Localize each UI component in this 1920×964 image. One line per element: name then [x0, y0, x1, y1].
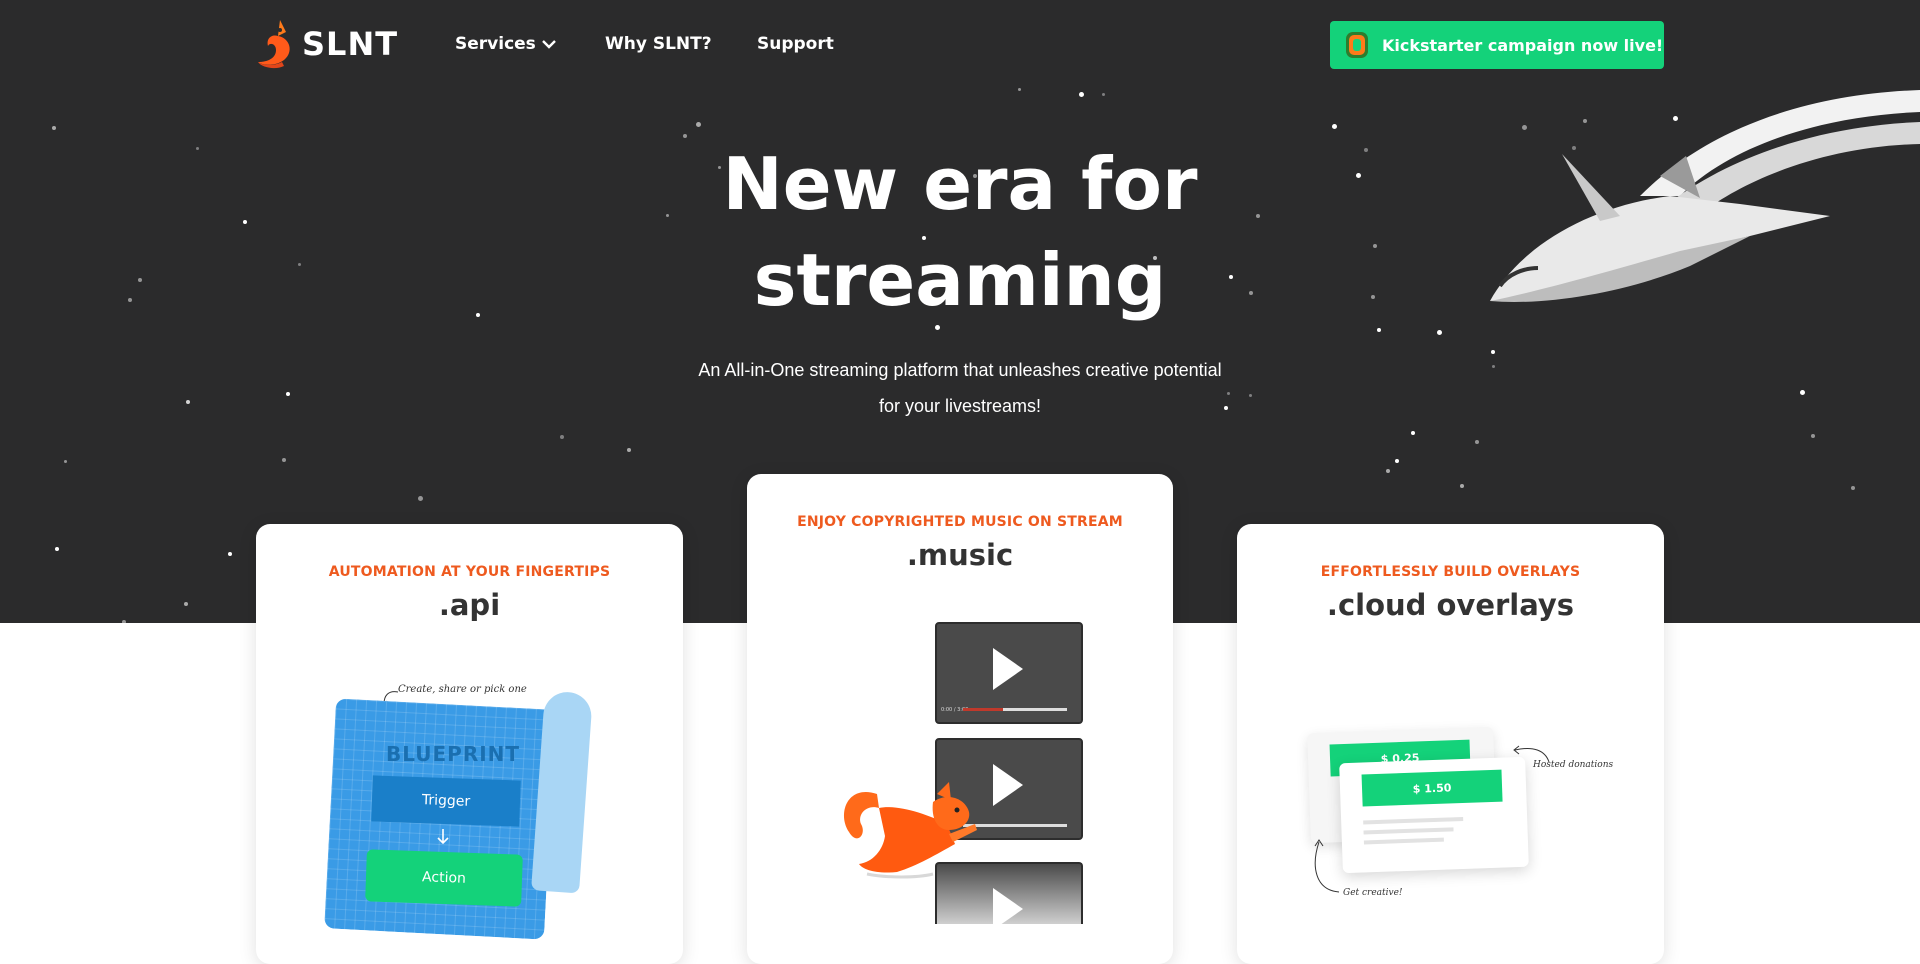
card-music-title: .music: [906, 538, 1014, 572]
arrow-icon: [1314, 839, 1340, 893]
card-api[interactable]: AUTOMATION AT YOUR FINGERTIPS .api Creat…: [256, 524, 683, 964]
hero-title-line2: streaming: [753, 238, 1167, 322]
nav-why-slnt[interactable]: Why SLNT?: [605, 34, 712, 54]
kickstarter-cta-label: Kickstarter campaign now live!: [1382, 35, 1664, 55]
hero-title: New era for streaming: [560, 136, 1360, 328]
action-block: Action: [365, 849, 523, 907]
top-navigation: SLNT Services Why SLNT? Support Kickstar…: [0, 0, 1920, 90]
card-overlays-kicker: EFFORTLESSLY BUILD OVERLAYS: [1320, 564, 1581, 580]
chevron-down-icon: [541, 40, 556, 49]
blueprint-note: Create, share or pick one: [398, 684, 527, 695]
hero-subtitle: An All-in-One streaming platform that un…: [560, 352, 1360, 424]
fox-mascot-illustration: [844, 782, 977, 879]
placeholder-line: [1363, 816, 1464, 825]
card-cloud-overlays[interactable]: EFFORTLESSLY BUILD OVERLAYS .cloud overl…: [1237, 524, 1664, 964]
play-icon: [993, 648, 1023, 690]
nav-support[interactable]: Support: [757, 34, 834, 54]
placeholder-line: [1363, 837, 1444, 845]
card-music[interactable]: ENJOY COPYRIGHTED MUSIC ON STREAM .music…: [747, 474, 1173, 964]
blueprint-label: BLUEPRINT: [386, 742, 521, 766]
video-player-1: 0:00 / 3:00: [935, 622, 1083, 724]
overlay-panel-front: $ 1.50: [1339, 756, 1529, 874]
kickstarter-cta-button[interactable]: Kickstarter campaign now live!: [1330, 21, 1664, 69]
trigger-block: Trigger: [371, 775, 521, 827]
card-overlays-title: .cloud overlays: [1326, 588, 1575, 622]
card-api-title: .api: [438, 588, 501, 622]
hero-subtitle-line1: An All-in-One streaming platform that un…: [698, 360, 1222, 380]
blueprint-illustration: Create, share or pick one BLUEPRINT Trig…: [316, 684, 636, 964]
progress-fill: [963, 708, 1003, 711]
brand-logo[interactable]: SLNT: [254, 18, 398, 70]
spaceship-illustration: [1490, 90, 1920, 302]
play-icon: [993, 888, 1023, 924]
play-icon: [993, 764, 1023, 806]
donation-amount-front: $ 1.50: [1361, 769, 1503, 807]
nav-services[interactable]: Services: [455, 34, 556, 54]
down-arrow-icon: [437, 829, 449, 845]
hero-subtitle-line2: for your livestreams!: [878, 396, 1042, 416]
note-get-creative: Get creative!: [1343, 888, 1403, 898]
nav-services-label: Services: [455, 34, 536, 54]
arrow-icon: [1513, 745, 1550, 763]
fox-logo-icon: [258, 20, 290, 69]
kickstarter-icon: [1346, 32, 1368, 58]
placeholder-line: [1363, 827, 1454, 835]
card-music-kicker: ENJOY COPYRIGHTED MUSIC ON STREAM: [797, 514, 1123, 530]
brand-name: SLNT: [302, 25, 399, 63]
card-api-kicker: AUTOMATION AT YOUR FINGERTIPS: [328, 564, 611, 580]
hero-title-line1: New era for: [722, 142, 1198, 226]
